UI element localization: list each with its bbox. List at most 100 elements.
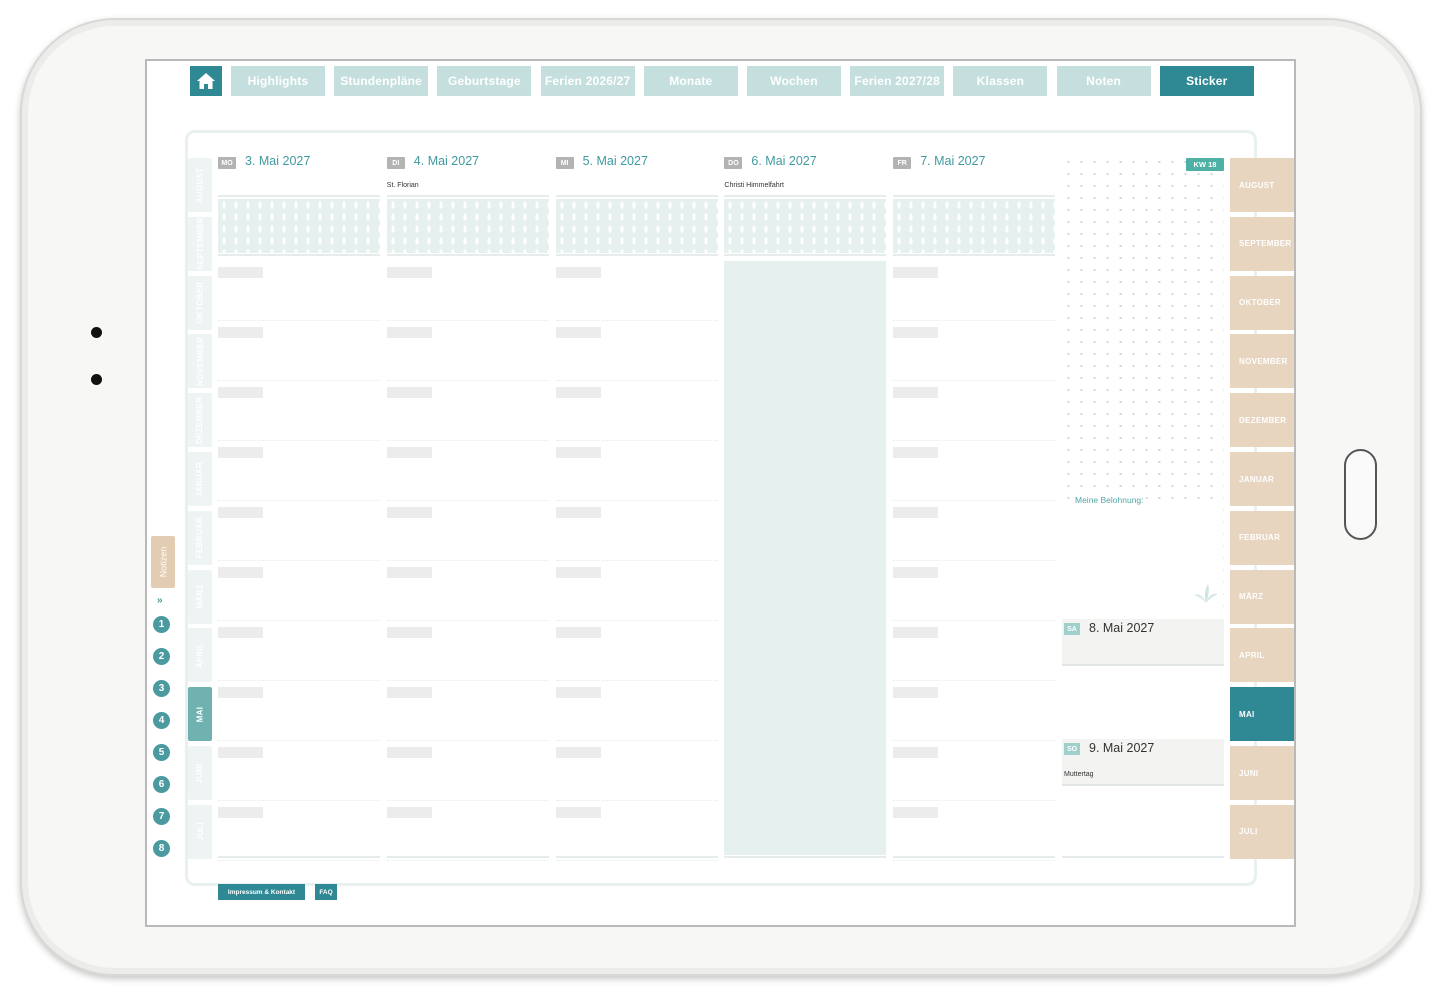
lesson-label-field[interactable] [555,747,601,758]
notes-page-7[interactable]: 7 [153,808,170,825]
day-highlight-area[interactable] [218,199,380,253]
lesson-label-field[interactable] [893,327,939,338]
left-month-tab-januar[interactable]: JANUAR [188,452,212,506]
lesson-slot[interactable] [218,561,380,621]
left-month-tab-dezember[interactable]: DEZEMBER [188,393,212,448]
right-month-tab-august[interactable]: AUGUST [1230,158,1294,212]
right-month-tab-februar[interactable]: FEBRUAR [1230,510,1294,565]
lesson-slot[interactable] [386,501,549,561]
right-month-tab-märz[interactable]: MÄRZ [1230,569,1294,624]
lesson-label-field[interactable] [386,567,432,578]
nav-tab-wochen[interactable]: Wochen [747,66,841,96]
notes-page-1[interactable]: 1 [153,616,170,633]
lesson-label-field[interactable] [555,567,601,578]
lesson-label-field[interactable] [893,687,939,698]
lesson-label-field[interactable] [555,687,601,698]
lesson-label-field[interactable] [386,687,432,698]
lesson-label-field[interactable] [555,627,601,638]
lesson-label-field[interactable] [386,267,432,278]
left-month-tab-august[interactable]: AUGUST [188,158,212,212]
left-month-tab-september[interactable]: SEPTEMBER [188,216,212,271]
lesson-slot[interactable] [893,381,1056,441]
lesson-slot[interactable] [893,801,1056,861]
day-highlight-area[interactable] [386,199,549,253]
right-month-tab-juni[interactable]: JUNI [1230,746,1294,800]
lesson-slot[interactable] [555,321,718,381]
lesson-label-field[interactable] [218,567,263,578]
notes-page-3[interactable]: 3 [153,680,170,697]
right-month-tab-oktober[interactable]: OKTOBER [1230,275,1294,330]
nav-tab-stundenpläne[interactable]: Stundenpläne [334,66,429,96]
lesson-slot[interactable] [218,801,380,861]
lesson-slot[interactable] [893,501,1056,561]
lesson-slot[interactable] [555,741,718,801]
day-highlight-area[interactable] [724,199,887,253]
lesson-slot[interactable] [218,501,380,561]
lesson-slot[interactable] [218,621,380,681]
lesson-label-field[interactable] [218,267,263,278]
home-button[interactable] [190,66,222,96]
lesson-label-field[interactable] [386,747,432,758]
lesson-label-field[interactable] [555,507,601,518]
lesson-slot[interactable] [218,681,380,741]
lesson-slot[interactable] [386,801,549,861]
lesson-slot[interactable] [555,261,718,321]
nav-tab-highlights[interactable]: Highlights [231,66,325,96]
nav-tab-noten[interactable]: Noten [1056,66,1151,96]
lesson-label-field[interactable] [218,507,263,518]
left-month-tab-juni[interactable]: JUNI [188,746,212,800]
right-month-tab-dezember[interactable]: DEZEMBER [1230,393,1294,448]
lesson-slot[interactable] [386,741,549,801]
right-month-tab-mai[interactable]: MAI [1230,687,1294,742]
lesson-label-field[interactable] [218,747,263,758]
lesson-slot[interactable] [555,681,718,741]
lesson-label-field[interactable] [555,387,601,398]
lesson-slot[interactable] [555,441,718,501]
lesson-label-field[interactable] [893,807,939,818]
right-month-tab-november[interactable]: NOVEMBER [1230,334,1294,389]
left-month-tab-juli[interactable]: JULI [188,804,212,859]
lesson-slot[interactable] [218,321,380,381]
nav-tab-sticker[interactable]: Sticker [1159,66,1254,96]
notes-page-5[interactable]: 5 [153,744,170,761]
lesson-label-field[interactable] [893,747,939,758]
right-month-tab-april[interactable]: APRIL [1230,628,1294,683]
notes-tab[interactable]: Notizen [151,536,175,588]
day-highlight-area[interactable] [555,199,718,253]
left-month-tab-mai[interactable]: MAI [188,687,212,742]
lesson-slot[interactable] [218,381,380,441]
lesson-slot[interactable] [386,261,549,321]
lesson-slot[interactable] [386,381,549,441]
lesson-slot[interactable] [386,321,549,381]
lesson-label-field[interactable] [893,567,939,578]
left-month-tab-februar[interactable]: FEBRUAR [188,510,212,565]
tablet-home-button[interactable] [1344,449,1377,540]
notes-page-2[interactable]: 2 [153,648,170,665]
right-month-tab-januar[interactable]: JANUAR [1230,452,1294,506]
lesson-label-field[interactable] [893,387,939,398]
faq-button[interactable]: FAQ [315,884,337,900]
left-month-tab-märz[interactable]: MÄRZ [188,569,212,624]
lesson-slot[interactable] [893,681,1056,741]
lesson-label-field[interactable] [386,447,432,458]
lesson-slot[interactable] [893,561,1056,621]
nav-tab-geburtstage[interactable]: Geburtstage [437,66,532,96]
lesson-slot[interactable] [555,801,718,861]
lesson-label-field[interactable] [218,387,263,398]
lesson-label-field[interactable] [386,807,432,818]
lesson-label-field[interactable] [893,507,939,518]
day-highlight-area[interactable] [893,199,1056,253]
lesson-label-field[interactable] [893,627,939,638]
nav-tab-ferien-2027-28[interactable]: Ferien 2027/28 [850,66,945,96]
notes-page-6[interactable]: 6 [153,776,170,793]
left-month-tab-oktober[interactable]: OKTOBER [188,275,212,330]
lesson-label-field[interactable] [386,627,432,638]
lesson-slot[interactable] [386,621,549,681]
nav-tab-monate[interactable]: Monate [643,66,738,96]
lesson-slot[interactable] [218,261,380,321]
weekend-day-so[interactable]: SO 9. Mai 2027 Muttertag [1062,739,1224,786]
right-month-tab-september[interactable]: SEPTEMBER [1230,216,1294,271]
lesson-label-field[interactable] [386,387,432,398]
lesson-label-field[interactable] [555,267,601,278]
lesson-slot[interactable] [218,441,380,501]
